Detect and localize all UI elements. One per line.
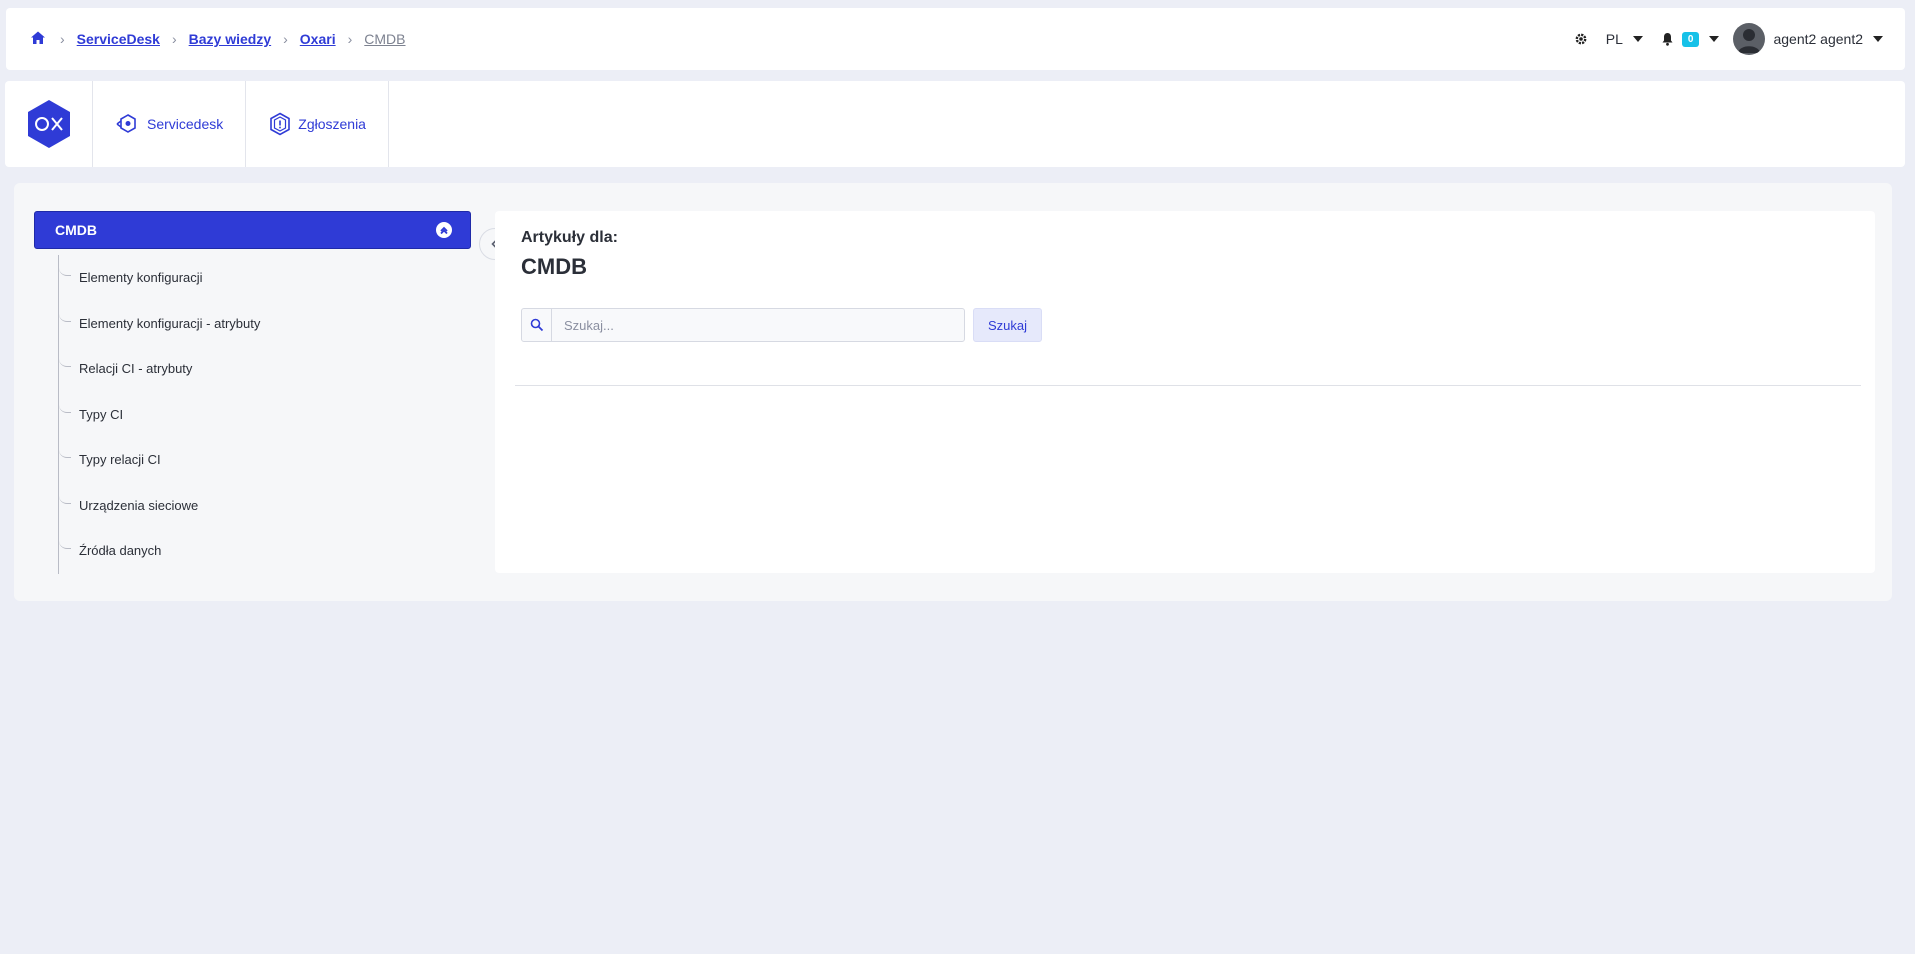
chevron-down-icon <box>1632 36 1643 42</box>
avatar <box>1733 23 1766 55</box>
sidebar-item-ci-relation-attributes[interactable]: Relacji CI - atrybuty <box>59 346 471 392</box>
chevron-down-icon <box>1873 36 1883 42</box>
breadcrumb-separator: › <box>60 31 65 47</box>
breadcrumb-separator: › <box>171 31 177 47</box>
chevron-down-icon <box>1709 36 1720 42</box>
oxari-logo[interactable] <box>5 81 93 167</box>
breadcrumb-link-knowledge-bases[interactable]: Bazy wiedzy <box>189 31 271 47</box>
search-icon <box>522 309 552 341</box>
search-bar: Szukaj <box>521 308 1043 342</box>
nav-servicedesk[interactable]: Servicedesk <box>93 81 247 167</box>
language-selector[interactable]: PL <box>1606 31 1643 47</box>
category-sidebar: CMDB Elementy konfiguracji Elementy konf… <box>34 211 471 574</box>
sidebar-item-config-elements-attributes[interactable]: Elementy konfiguracji - atrybuty <box>59 301 471 347</box>
search-input[interactable] <box>552 317 952 333</box>
divider <box>515 385 1861 386</box>
chevron-up-icon[interactable] <box>436 222 452 238</box>
user-name: agent2 agent2 <box>1773 31 1863 47</box>
sidebar-header-cmdb[interactable]: CMDB <box>34 211 471 249</box>
page-title: CMDB <box>521 254 587 279</box>
nav-servicedesk-label: Servicedesk <box>147 116 224 132</box>
language-label: PL <box>1605 31 1623 47</box>
settings-icon[interactable] <box>1574 32 1588 46</box>
bell-icon <box>1662 33 1673 46</box>
breadcrumb-separator: › <box>283 31 288 47</box>
home-icon[interactable] <box>30 30 48 48</box>
servicedesk-icon <box>116 114 136 133</box>
user-menu[interactable]: agent2 agent2 <box>1719 23 1883 55</box>
breadcrumb-link-oxari[interactable]: Oxari <box>300 31 336 47</box>
nav-tickets-label: Zgłoszenia <box>298 116 366 132</box>
articles-content: Artykuły dla: CMDB Szukaj <box>495 211 1875 573</box>
sidebar-list: Elementy konfiguracji Elementy konfigura… <box>58 255 471 574</box>
breadcrumb: › ServiceDesk › Bazy wiedzy › Oxari › CM… <box>30 30 406 48</box>
sidebar-item-ci-relation-types[interactable]: Typy relacji CI <box>59 437 471 483</box>
main-panel: CMDB Elementy konfiguracji Elementy konf… <box>14 183 1892 601</box>
user-tools: PL 0 agent2 agent2 <box>1574 23 1883 55</box>
notifications-button[interactable]: 0 <box>1661 31 1720 47</box>
sidebar-header-label: CMDB <box>55 222 97 238</box>
sidebar-item-config-elements[interactable]: Elementy konfiguracji <box>59 255 471 301</box>
breadcrumb-link-servicedesk[interactable]: ServiceDesk <box>77 31 160 47</box>
sidebar-item-network-devices[interactable]: Urządzenia sieciowe <box>59 483 471 529</box>
search-field <box>521 308 965 342</box>
search-button[interactable]: Szukaj <box>973 308 1043 342</box>
module-nav: Servicedesk Zgłoszenia <box>5 81 1905 167</box>
breadcrumb-current: CMDB <box>364 31 406 47</box>
articles-subtitle: Artykuły dla: <box>521 229 618 246</box>
sidebar-item-ci-types[interactable]: Typy CI <box>59 392 471 438</box>
top-bar: › ServiceDesk › Bazy wiedzy › Oxari › CM… <box>6 8 1905 70</box>
notification-count-badge: 0 <box>1681 31 1700 47</box>
sidebar-item-data-sources[interactable]: Źródła danych <box>59 528 471 574</box>
nav-tickets[interactable]: Zgłoszenia <box>246 81 389 167</box>
breadcrumb-separator: › <box>347 31 353 47</box>
tickets-icon <box>270 112 291 136</box>
